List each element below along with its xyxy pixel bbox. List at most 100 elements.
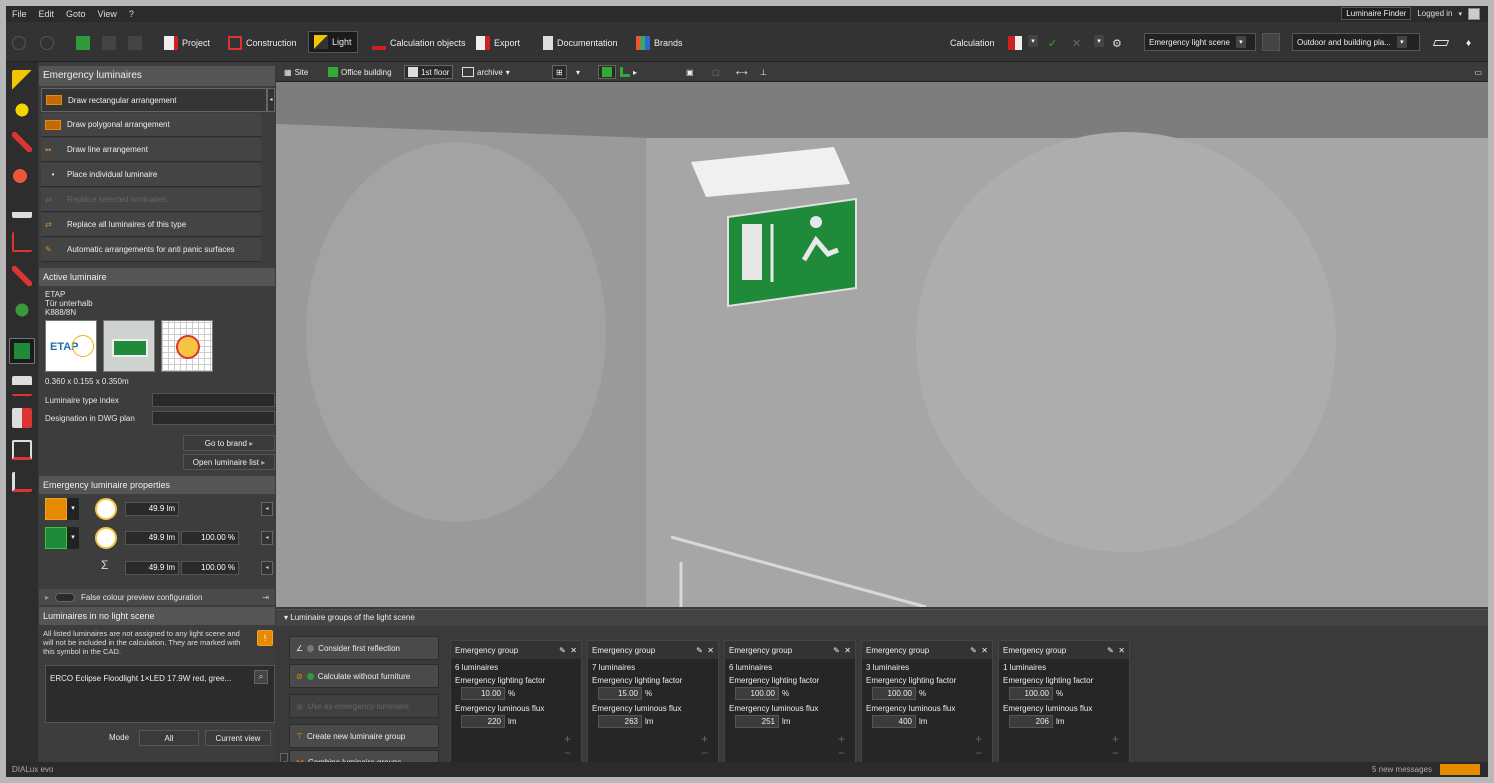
brand-logo-image[interactable]: ETAP [45,320,97,372]
measure-button[interactable]: ⟷ [736,65,747,79]
close-icon[interactable]: ✕ [707,646,714,655]
consider-first-reflection-button[interactable]: ∠ Consider first reflection [289,636,439,660]
menu-goto[interactable]: Goto [66,9,86,19]
auto-anti-panic-button[interactable]: ✎ Automatic arrangements for anti panic s… [41,238,261,262]
draw-polygonal-button[interactable]: Draw polygonal arrangement [41,113,261,137]
arrangement-icon[interactable] [12,132,32,152]
site-button[interactable]: ▦ Site [284,65,308,79]
save-button[interactable] [76,35,90,51]
check-button[interactable]: ✓ [1048,35,1057,51]
close-icon[interactable]: ✕ [1118,646,1125,655]
chevron-down-icon[interactable]: ▾ [67,527,79,549]
go-to-brand-button[interactable]: Go to brand ▸ [183,435,275,451]
dimension-button[interactable]: ⊥ [760,65,767,79]
pct2-input[interactable]: 100.00 % [181,531,239,545]
flux-input[interactable]: 206 [1009,715,1053,728]
display-button[interactable]: ▭ [1474,65,1482,79]
tab-calculation-objects[interactable]: Calculation objects [372,35,466,51]
escape-route-luminaire-button[interactable] [45,498,67,520]
create-group-button[interactable]: ⊤ Create new luminaire group [289,724,439,748]
minus-icon[interactable]: − [564,746,571,760]
collapse-button[interactable]: ◂ [261,531,273,545]
layout-button[interactable] [1432,35,1450,51]
menu-help[interactable]: ? [129,9,134,19]
flux-input[interactable]: 220 [461,715,505,728]
cancel-calc-button[interactable]: ✕ [1072,35,1081,51]
emergency-group-card[interactable]: Emergency group ✎ ✕ 1 luminaires Emergenc… [998,640,1130,770]
messages-count[interactable]: 5 new messages [1372,765,1432,774]
collapse-button[interactable]: ◂ [261,502,273,516]
edit-icon[interactable]: ✎ [696,646,703,655]
view-mode-button[interactable]: ⊞ [552,65,567,79]
light-distribution-diagram[interactable] [161,320,213,372]
archive-button[interactable]: archive ▾ [462,65,510,79]
flux1-input[interactable]: 49.9 lm [125,502,179,516]
back-button[interactable] [12,35,26,51]
edit-icon[interactable]: ✎ [1107,646,1114,655]
messages-badge[interactable] [1440,764,1480,775]
edit-icon[interactable]: ✎ [559,646,566,655]
factor-input[interactable]: 15.00 [598,687,642,700]
notifications-button[interactable]: ♦ [1466,35,1471,51]
plus-icon[interactable]: + [564,732,571,746]
mode-current-view-button[interactable]: Current view [205,730,271,746]
menu-edit[interactable]: Edit [39,9,55,19]
minus-icon[interactable]: − [975,746,982,760]
dwg-designation-field[interactable] [152,411,275,425]
tab-construction[interactable]: Construction [228,35,297,51]
avatar[interactable] [1468,7,1480,20]
replace-selected-button[interactable]: ⇄ Replace selected luminaires [41,188,261,212]
edit-icon[interactable]: ✎ [970,646,977,655]
luminaire-finder-button[interactable]: Luminaire Finder [1341,7,1412,20]
logged-in-label[interactable]: Logged in [1417,9,1452,18]
factor-input[interactable]: 10.00 [461,687,505,700]
screen-icon[interactable] [12,440,32,460]
minus-icon[interactable]: − [701,746,708,760]
flux2-input[interactable]: 49.9 lm [125,531,179,545]
calculate-dropdown[interactable]: ▾ [1028,35,1038,47]
luminaire-icon[interactable] [12,70,32,90]
luminaire-photo[interactable] [103,320,155,372]
tab-project[interactable]: Project [164,35,210,51]
tab-light[interactable]: Light [308,31,358,53]
plus-icon[interactable]: + [975,732,982,746]
minus-icon[interactable]: − [838,746,845,760]
minus-icon[interactable]: − [1112,746,1119,760]
replace-all-button[interactable]: ⇄ Replace all luminaires of this type [41,213,261,237]
calculate-without-furniture-button[interactable]: ⊘ Calculate without furniture [289,664,439,688]
building-button[interactable]: Office building [328,65,392,79]
open-luminaire-list-button[interactable]: Open luminaire list ▸ [183,454,275,470]
draw-line-button[interactable]: •• Draw line arrangement [41,138,261,162]
bulb-icon[interactable] [12,100,32,120]
calculate-button[interactable] [1008,35,1022,51]
emergency-group-card[interactable]: Emergency group ✎ ✕ 3 luminaires Emergenc… [861,640,993,770]
edit-icon[interactable]: ✎ [833,646,840,655]
daylight-icon[interactable] [12,376,32,396]
flux-input[interactable]: 263 [598,715,642,728]
outdoor-select[interactable]: Outdoor and building pla... ▾ [1292,33,1420,51]
zoom-selection-button[interactable]: ▢ [712,65,720,79]
ldc-thumbnail-icon[interactable] [95,498,117,520]
false-colour-row[interactable]: ▸ False colour preview configuration ⇥ [39,589,275,605]
draw-rectangular-button[interactable]: Draw rectangular arrangement [41,88,267,112]
floor-button[interactable]: 1st floor [404,65,454,79]
scroll-arrow[interactable]: ◂ [267,88,275,112]
settings-button[interactable]: ⚙ [1112,35,1122,51]
window-icon[interactable] [12,408,32,428]
menu-file[interactable]: File [12,9,27,19]
emergency-mode-button[interactable] [9,338,35,364]
room-icon[interactable] [12,232,32,252]
level-icon[interactable] [12,198,32,218]
flux-input[interactable]: 251 [735,715,779,728]
3d-viewport[interactable]: ▦ Site Office building 1st floor archive ▾… [276,62,1488,607]
plus-icon[interactable]: + [838,732,845,746]
undo-button[interactable] [102,35,116,51]
flux-input[interactable]: 400 [872,715,916,728]
close-icon[interactable]: ✕ [844,646,851,655]
tab-brands[interactable]: Brands [636,35,683,51]
emergency-group-card[interactable]: Emergency group ✎ ✕ 7 luminaires Emergenc… [587,640,719,770]
close-icon[interactable]: ✕ [981,646,988,655]
chevron-down-icon[interactable]: ▾ [67,498,79,520]
wrench-icon[interactable] [12,266,32,286]
factor-input[interactable]: 100.00 [735,687,779,700]
